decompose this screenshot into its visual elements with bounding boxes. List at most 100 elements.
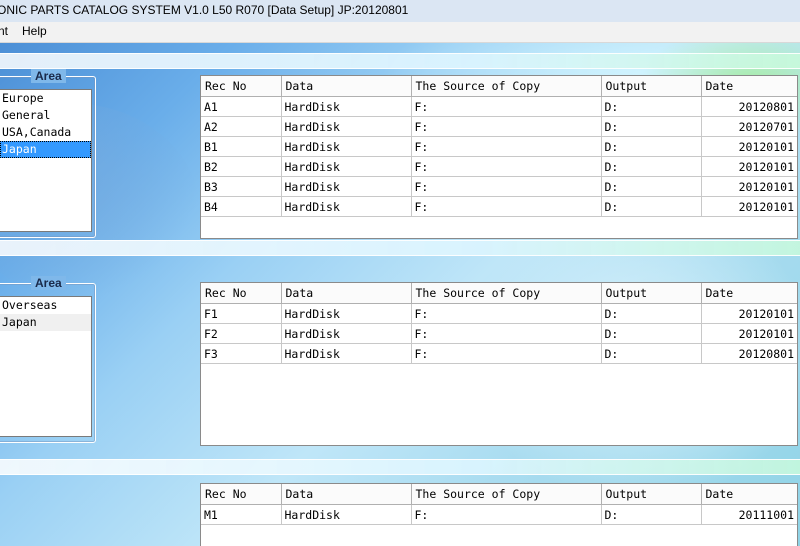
cell-data: HardDisk <box>280 323 412 344</box>
list-item-japan[interactable]: Japan <box>0 314 91 331</box>
column-header-date[interactable]: Date <box>700 484 797 505</box>
data-grid-3[interactable]: Rec No Data The Source of Copy Output Da… <box>200 483 798 546</box>
column-header-output[interactable]: Output <box>600 484 702 505</box>
cell-rec-no: B4 <box>201 196 282 217</box>
cell-source: F: <box>410 96 602 117</box>
menu-item-help[interactable]: Help <box>22 24 47 38</box>
column-header-data[interactable]: Data <box>280 283 412 304</box>
table-row[interactable]: F3 HardDisk F: D: 20120801 <box>201 343 797 364</box>
table-row[interactable]: A2 HardDisk F: D: 20120701 <box>201 116 797 137</box>
cell-data: HardDisk <box>280 343 412 364</box>
cell-source: F: <box>410 196 602 217</box>
cell-source: F: <box>410 136 602 157</box>
cell-date: 20120801 <box>700 343 797 364</box>
data-grid-1[interactable]: Rec No Data The Source of Copy Output Da… <box>200 75 798 239</box>
cell-date: 20120101 <box>700 156 797 177</box>
list-item-general[interactable]: General <box>0 107 91 124</box>
main-client-area: Area Europe General USA,Canada Japan Rec… <box>0 43 800 546</box>
cell-output: D: <box>600 196 702 217</box>
grid-header-row: Rec No Data The Source of Copy Output Da… <box>201 484 797 505</box>
table-row[interactable]: B4 HardDisk F: D: 20120101 <box>201 196 797 217</box>
list-item-overseas[interactable]: Overseas <box>0 297 91 314</box>
list-item-europe[interactable]: Europe <box>0 90 91 107</box>
column-header-data[interactable]: Data <box>280 76 412 97</box>
data-grid-2[interactable]: Rec No Data The Source of Copy Output Da… <box>200 282 798 446</box>
section-divider <box>0 459 800 475</box>
column-header-output[interactable]: Output <box>600 76 702 97</box>
column-header-output[interactable]: Output <box>600 283 702 304</box>
cell-date: 20120101 <box>700 323 797 344</box>
column-header-source[interactable]: The Source of Copy <box>410 283 602 304</box>
column-header-source[interactable]: The Source of Copy <box>410 76 602 97</box>
cell-output: D: <box>600 136 702 157</box>
column-header-date[interactable]: Date <box>700 76 797 97</box>
cell-rec-no: F1 <box>201 303 282 324</box>
cell-date: 20120101 <box>700 176 797 197</box>
column-header-rec-no[interactable]: Rec No <box>201 484 282 505</box>
cell-rec-no: A2 <box>201 116 282 137</box>
cell-source: F: <box>410 323 602 344</box>
cell-data: HardDisk <box>280 303 412 324</box>
column-header-source[interactable]: The Source of Copy <box>410 484 602 505</box>
cell-date: 20120801 <box>700 96 797 117</box>
column-header-date[interactable]: Date <box>700 283 797 304</box>
grid-header-row: Rec No Data The Source of Copy Output Da… <box>201 283 797 304</box>
area-group-box-1: Area Europe General USA,Canada Japan <box>0 69 96 238</box>
window-title: ONIC PARTS CATALOG SYSTEM V1.0 L50 R070 … <box>0 3 409 17</box>
cell-output: D: <box>600 156 702 177</box>
group-title: Area <box>31 69 66 83</box>
table-row[interactable]: A1 HardDisk F: D: 20120801 <box>201 96 797 117</box>
column-header-data[interactable]: Data <box>280 484 412 505</box>
cell-data: HardDisk <box>280 176 412 197</box>
cell-source: F: <box>410 116 602 137</box>
area-listbox-2[interactable]: Overseas Japan <box>0 296 92 437</box>
menu-bar: nt Help <box>0 22 800 43</box>
cell-output: D: <box>600 504 702 525</box>
menu-item-print[interactable]: nt <box>0 24 8 38</box>
cell-output: D: <box>600 176 702 197</box>
cell-output: D: <box>600 96 702 117</box>
cell-source: F: <box>410 303 602 324</box>
cell-source: F: <box>410 156 602 177</box>
list-item-usa-canada[interactable]: USA,Canada <box>0 124 91 141</box>
cell-rec-no: A1 <box>201 96 282 117</box>
table-row[interactable]: B2 HardDisk F: D: 20120101 <box>201 156 797 177</box>
cell-output: D: <box>600 323 702 344</box>
cell-data: HardDisk <box>280 196 412 217</box>
cell-rec-no: B2 <box>201 156 282 177</box>
area-group-box-2: Area Overseas Japan <box>0 276 96 443</box>
cell-date: 20120101 <box>700 136 797 157</box>
cell-output: D: <box>600 303 702 324</box>
cell-rec-no: M1 <box>201 504 282 525</box>
cell-rec-no: B1 <box>201 136 282 157</box>
cell-output: D: <box>600 116 702 137</box>
group-title: Area <box>31 276 66 290</box>
column-header-rec-no[interactable]: Rec No <box>201 76 282 97</box>
list-item-japan[interactable]: Japan <box>0 141 91 158</box>
cell-source: F: <box>410 343 602 364</box>
cell-data: HardDisk <box>280 156 412 177</box>
window-titlebar[interactable]: ONIC PARTS CATALOG SYSTEM V1.0 L50 R070 … <box>0 0 800 22</box>
section-divider <box>0 240 800 256</box>
cell-data: HardDisk <box>280 116 412 137</box>
cell-rec-no: B3 <box>201 176 282 197</box>
cell-date: 20111001 <box>700 504 797 525</box>
cell-rec-no: F2 <box>201 323 282 344</box>
cell-date: 20120701 <box>700 116 797 137</box>
cell-data: HardDisk <box>280 96 412 117</box>
cell-rec-no: F3 <box>201 343 282 364</box>
table-row[interactable]: M1 HardDisk F: D: 20111001 <box>201 504 797 525</box>
column-header-rec-no[interactable]: Rec No <box>201 283 282 304</box>
cell-data: HardDisk <box>280 136 412 157</box>
table-row[interactable]: B3 HardDisk F: D: 20120101 <box>201 176 797 197</box>
cell-source: F: <box>410 504 602 525</box>
cell-date: 20120101 <box>700 196 797 217</box>
table-row[interactable]: F1 HardDisk F: D: 20120101 <box>201 303 797 324</box>
cell-source: F: <box>410 176 602 197</box>
section-divider <box>0 53 800 69</box>
table-row[interactable]: F2 HardDisk F: D: 20120101 <box>201 323 797 344</box>
table-row[interactable]: B1 HardDisk F: D: 20120101 <box>201 136 797 157</box>
cell-data: HardDisk <box>280 504 412 525</box>
area-listbox-1[interactable]: Europe General USA,Canada Japan <box>0 89 92 232</box>
grid-header-row: Rec No Data The Source of Copy Output Da… <box>201 76 797 97</box>
